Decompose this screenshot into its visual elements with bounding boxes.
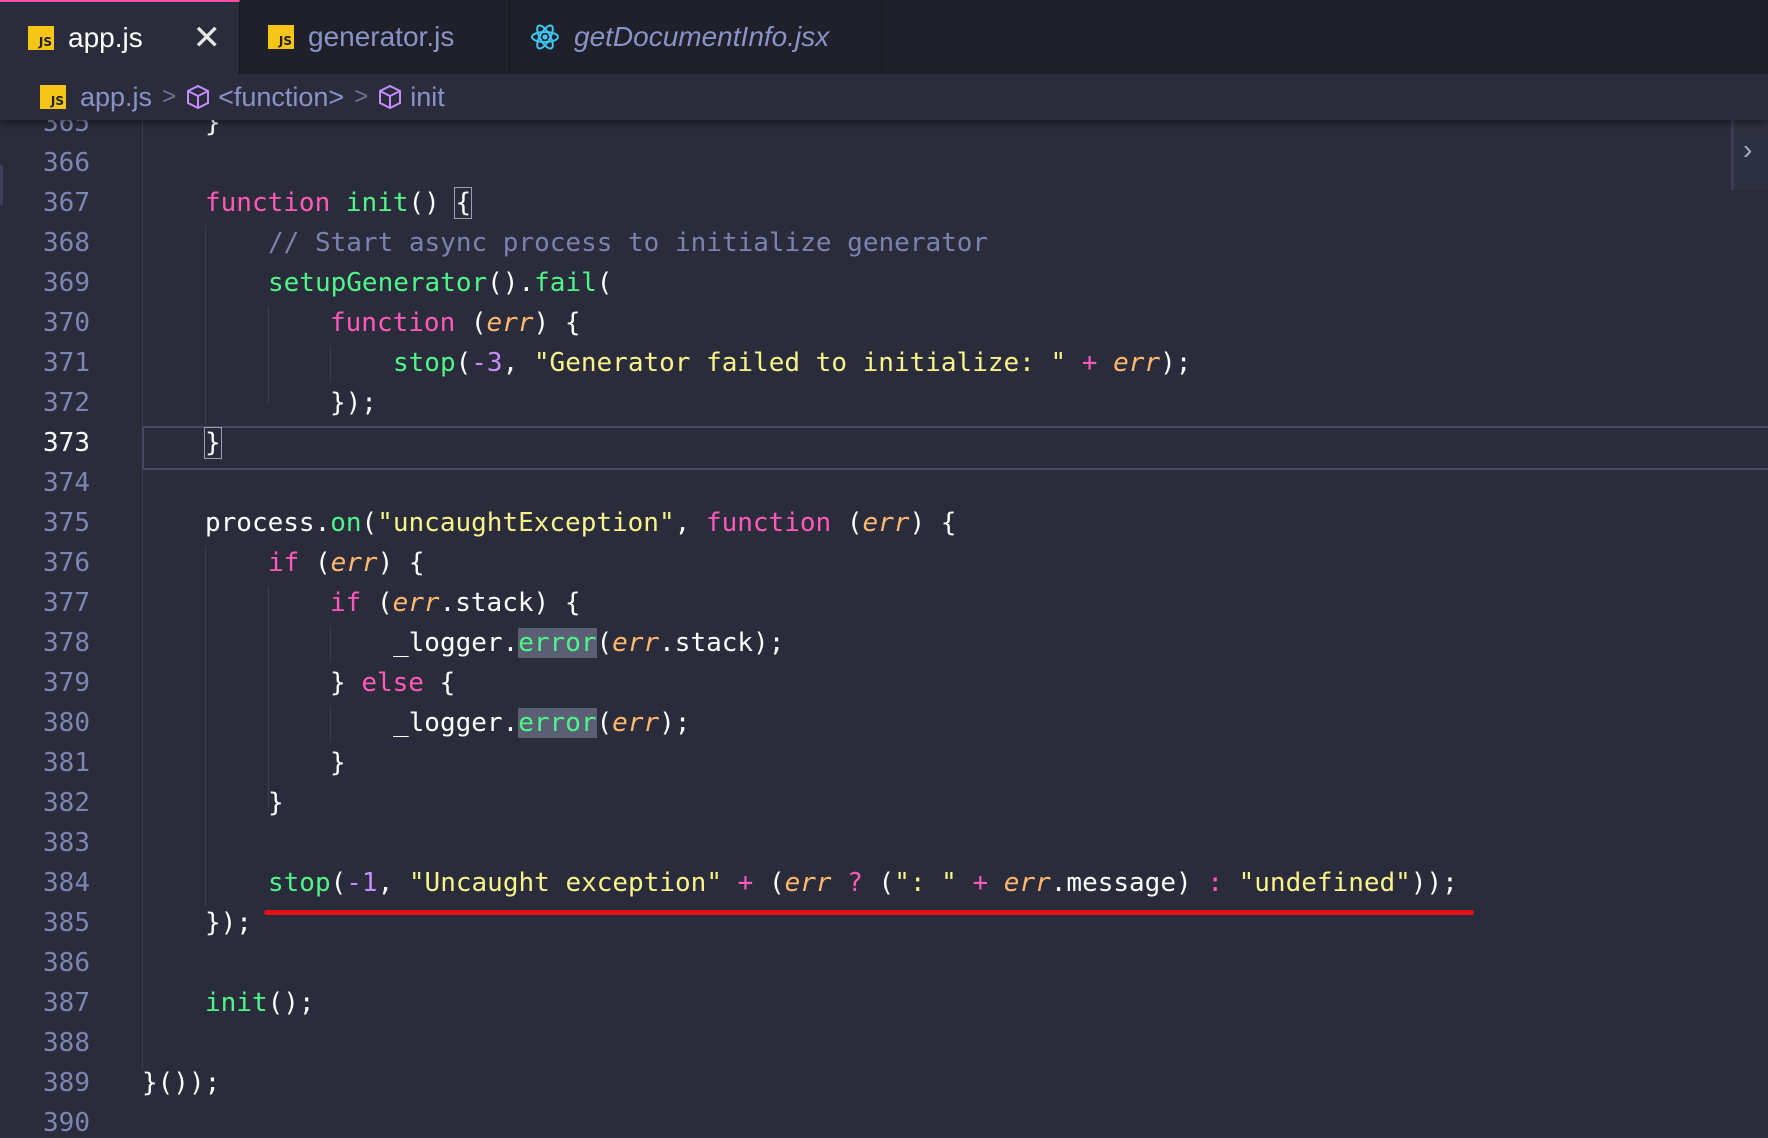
line-number: 368 bbox=[43, 228, 90, 258]
line-number: 387 bbox=[43, 988, 90, 1018]
code-line-377: if (err.stack) { bbox=[330, 588, 581, 618]
indent-guide bbox=[268, 306, 269, 402]
line-number: 367 bbox=[43, 188, 90, 218]
breadcrumb-symbol[interactable]: init bbox=[410, 82, 445, 113]
line-number: 381 bbox=[43, 748, 90, 778]
tab-generator-js[interactable]: JS generator.js bbox=[240, 0, 510, 74]
tab-label: getDocumentInfo.jsx bbox=[574, 21, 830, 52]
indent-guide bbox=[330, 706, 331, 742]
code-line-371: stop(-3, "Generator failed to initialize… bbox=[393, 348, 1192, 378]
js-file-icon: JS bbox=[28, 26, 54, 50]
code-line-375: process.on("uncaughtException", function… bbox=[205, 508, 957, 538]
line-number-current: 373 bbox=[43, 428, 90, 458]
code-line-370: function (err) { bbox=[330, 308, 581, 338]
code-line-387: init(); bbox=[205, 988, 315, 1018]
line-number: 383 bbox=[43, 828, 90, 858]
line-number: 375 bbox=[43, 508, 90, 538]
indent-guide bbox=[205, 225, 206, 425]
line-number: 382 bbox=[43, 788, 90, 818]
tab-label: generator.js bbox=[308, 21, 455, 52]
js-file-icon: JS bbox=[268, 25, 294, 49]
line-number: 365 bbox=[43, 120, 90, 138]
breadcrumb: JS app.js > <function> > init bbox=[0, 74, 1768, 120]
tab-bar: JS app.js ✕ JS generator.js getDocumentI… bbox=[0, 0, 1768, 74]
annotation-underline bbox=[264, 910, 1474, 915]
code-line-379: } else { bbox=[330, 668, 456, 698]
code-line-376: if (err) { bbox=[268, 548, 425, 578]
current-line-highlight bbox=[142, 426, 1768, 470]
line-number: 386 bbox=[43, 948, 90, 978]
line-number: 388 bbox=[43, 1028, 90, 1058]
code-line-385: }); bbox=[205, 908, 252, 938]
code-line-389: }()); bbox=[142, 1068, 221, 1098]
line-number: 389 bbox=[43, 1068, 90, 1098]
line-number: 378 bbox=[43, 628, 90, 658]
chevron-right-icon: > bbox=[162, 83, 177, 110]
code-line-372: }); bbox=[330, 388, 377, 418]
cube-icon bbox=[379, 84, 402, 110]
code-line-384: stop(-1, "Uncaught exception" + (err ? (… bbox=[268, 868, 1458, 898]
tab-getdocumentinfo-jsx[interactable]: getDocumentInfo.jsx bbox=[510, 0, 882, 74]
indent-guide bbox=[330, 346, 331, 382]
react-icon bbox=[531, 24, 559, 50]
code-line-368: // Start async process to initialize gen… bbox=[268, 228, 989, 258]
line-number: 384 bbox=[43, 868, 90, 898]
code-editor[interactable]: 365 366 367 368 369 370 371 372 373 374 … bbox=[0, 120, 1768, 1138]
tab-app-js[interactable]: JS app.js ✕ bbox=[0, 0, 240, 74]
line-number: 385 bbox=[43, 908, 90, 938]
indent-guide bbox=[330, 626, 331, 662]
indent-guide bbox=[142, 120, 143, 1070]
close-icon[interactable]: ✕ bbox=[193, 18, 222, 58]
cube-icon bbox=[187, 84, 210, 110]
line-number: 377 bbox=[43, 588, 90, 618]
line-number: 380 bbox=[43, 708, 90, 738]
line-number: 379 bbox=[43, 668, 90, 698]
indent-guide bbox=[268, 586, 269, 808]
line-number: 370 bbox=[43, 308, 90, 338]
code-line-365: } bbox=[205, 120, 221, 138]
code-line-381: } bbox=[330, 748, 346, 778]
line-number: 369 bbox=[43, 268, 90, 298]
js-file-icon: JS bbox=[40, 85, 66, 109]
line-number: 366 bbox=[43, 148, 90, 178]
line-number: 376 bbox=[43, 548, 90, 578]
line-number: 374 bbox=[43, 468, 90, 498]
breadcrumb-file[interactable]: app.js bbox=[80, 82, 152, 113]
code-line-367: function init() { bbox=[205, 187, 473, 219]
code-line-378: _logger.error(err.stack); bbox=[393, 628, 785, 658]
code-line-382: } bbox=[268, 788, 284, 818]
line-number: 372 bbox=[43, 388, 90, 418]
line-number: 390 bbox=[43, 1108, 90, 1138]
breadcrumb-function[interactable]: <function> bbox=[218, 82, 344, 113]
tab-label: app.js bbox=[68, 22, 143, 53]
indent-guide bbox=[205, 546, 206, 906]
code-line-369: setupGenerator().fail( bbox=[268, 268, 613, 298]
code-line-380: _logger.error(err); bbox=[393, 708, 691, 738]
code-line-373: } bbox=[204, 427, 222, 459]
line-number: 371 bbox=[43, 348, 90, 378]
chevron-right-icon: > bbox=[354, 83, 369, 110]
